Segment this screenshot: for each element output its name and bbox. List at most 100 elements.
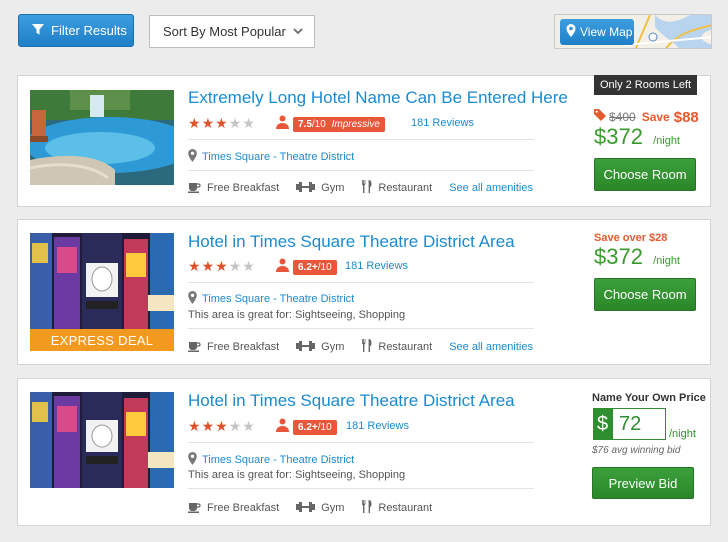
rating-word: Impressive bbox=[331, 119, 380, 130]
star-icon: ★ bbox=[188, 258, 201, 274]
fork-knife-icon bbox=[361, 339, 372, 355]
choose-room-button[interactable]: Choose Room bbox=[594, 158, 696, 191]
star-icon: ★ bbox=[201, 115, 215, 131]
amenity-gym: Gym bbox=[296, 501, 345, 515]
rating-scale: /10 bbox=[311, 119, 326, 130]
reviews-link[interactable]: 181 Reviews bbox=[346, 420, 409, 432]
amenity-label: Free Breakfast bbox=[207, 502, 280, 514]
amenity-restaurant: Restaurant bbox=[361, 180, 432, 196]
star-icon: ★ bbox=[228, 418, 242, 434]
star-icon: ★ bbox=[215, 115, 228, 131]
hotel-card: Hotel in Times Square Theatre District A… bbox=[17, 378, 711, 526]
area-great-for: This area is great for: Sightseeing, Sho… bbox=[188, 309, 406, 321]
location-pin-icon bbox=[188, 452, 197, 468]
hotel-photo-times-square[interactable] bbox=[30, 392, 174, 488]
fork-knife-icon bbox=[361, 180, 372, 196]
dumbbell-icon bbox=[296, 181, 316, 195]
hotel-photo-times-square[interactable]: EXPRESS DEAL bbox=[30, 233, 174, 351]
reviews-link[interactable]: 181 Reviews bbox=[345, 260, 408, 272]
rating-badge: 6.2+/10 bbox=[293, 260, 337, 275]
star-icon: ★ bbox=[215, 258, 228, 274]
star-icon: ★ bbox=[201, 258, 215, 274]
coffee-cup-icon bbox=[188, 181, 201, 196]
sort-dropdown[interactable]: Sort By Most Popular bbox=[149, 15, 315, 48]
amenity-label: Gym bbox=[321, 502, 345, 514]
divider bbox=[188, 282, 534, 283]
coffee-cup-icon bbox=[188, 340, 201, 355]
per-night-label: /night bbox=[653, 255, 680, 267]
rating-scale: /10 bbox=[317, 262, 332, 273]
choose-room-button[interactable]: Choose Room bbox=[594, 278, 696, 311]
hotel-title[interactable]: Hotel in Times Square Theatre District A… bbox=[188, 232, 515, 252]
map-pin-icon bbox=[566, 24, 576, 40]
map-preview[interactable]: View Map bbox=[554, 14, 712, 49]
amenity-label: Free Breakfast bbox=[207, 341, 280, 353]
save-label: Save bbox=[641, 110, 670, 124]
guest-rating: 6.2+/10 bbox=[276, 258, 337, 277]
hotel-title[interactable]: Hotel in Times Square Theatre District A… bbox=[188, 391, 515, 411]
location-pin-icon bbox=[188, 291, 197, 307]
star-icon: ★ bbox=[188, 418, 201, 434]
view-map-button[interactable]: View Map bbox=[560, 19, 634, 45]
divider bbox=[188, 170, 534, 171]
location-link[interactable]: Times Square - Theatre District bbox=[188, 291, 354, 307]
star-rating: ★ ★ ★ ★ ★ bbox=[188, 259, 255, 273]
rating-badge: 6.2+/10 bbox=[293, 420, 337, 435]
dumbbell-icon bbox=[296, 501, 316, 515]
star-icon: ★ bbox=[215, 418, 228, 434]
location-pin-icon bbox=[188, 149, 197, 165]
rooms-left-banner: Only 2 Rooms Left bbox=[594, 75, 697, 95]
amenities-row: Free Breakfast Gym Restaurant bbox=[188, 500, 449, 516]
person-icon bbox=[276, 258, 289, 277]
bid-price-input[interactable]: 72 bbox=[612, 408, 666, 440]
divider bbox=[188, 328, 534, 329]
dumbbell-icon bbox=[296, 340, 316, 354]
view-map-label: View Map bbox=[580, 25, 633, 39]
person-icon bbox=[276, 418, 289, 437]
hotel-card: Extremely Long Hotel Name Can Be Entered… bbox=[17, 75, 711, 207]
nightly-price: $372 /night bbox=[594, 244, 680, 270]
hotel-title[interactable]: Extremely Long Hotel Name Can Be Entered… bbox=[188, 88, 568, 108]
location-label: Times Square - Theatre District bbox=[202, 151, 355, 163]
rating-score: 6.2+ bbox=[298, 262, 318, 273]
nyop-title: Name Your Own Price bbox=[592, 392, 706, 404]
save-over-label: Save over $28 bbox=[594, 232, 668, 244]
save-amount: $88 bbox=[673, 108, 699, 126]
location-label: Times Square - Theatre District bbox=[202, 454, 355, 466]
hotel-photo-pool[interactable] bbox=[30, 90, 174, 185]
amenity-label: Restaurant bbox=[378, 182, 433, 194]
divider bbox=[188, 488, 534, 489]
sort-dropdown-value: Sort By Most Popular bbox=[163, 24, 286, 39]
bid-entry: $ 72 /night bbox=[593, 408, 696, 440]
avg-winning-bid: $76 avg winning bid bbox=[592, 445, 681, 456]
price-value: $372 bbox=[594, 244, 643, 269]
star-icon: ★ bbox=[228, 115, 242, 131]
person-icon bbox=[276, 115, 289, 134]
location-link[interactable]: Times Square - Theatre District bbox=[188, 149, 354, 165]
preview-bid-button[interactable]: Preview Bid bbox=[592, 467, 694, 499]
see-all-amenities-link[interactable]: See all amenities bbox=[449, 182, 533, 194]
filter-icon bbox=[31, 22, 45, 39]
star-rating: ★ ★ ★ ★ ★ bbox=[188, 116, 255, 130]
express-deal-badge: EXPRESS DEAL bbox=[50, 332, 154, 348]
amenity-gym: Gym bbox=[296, 340, 345, 354]
guest-rating: 6.2+/10 bbox=[276, 418, 337, 437]
amenity-restaurant: Restaurant bbox=[361, 500, 432, 516]
coffee-cup-icon bbox=[188, 501, 201, 516]
location-link[interactable]: Times Square - Theatre District bbox=[188, 452, 354, 468]
old-price: $400 bbox=[609, 110, 636, 124]
rating-badge: 7.5/10 Impressive bbox=[293, 117, 385, 132]
amenity-label: Gym bbox=[321, 341, 345, 353]
fork-knife-icon bbox=[361, 500, 372, 516]
amenities-row: Free Breakfast Gym Restaurant See all am… bbox=[188, 339, 533, 355]
amenity-label: Gym bbox=[321, 182, 345, 194]
area-great-for: This area is great for: Sightseeing, Sho… bbox=[188, 469, 406, 481]
divider bbox=[188, 442, 534, 443]
location-label: Times Square - Theatre District bbox=[202, 293, 355, 305]
reviews-link[interactable]: 181 Reviews bbox=[411, 117, 474, 129]
filter-results-button[interactable]: Filter Results bbox=[18, 14, 134, 47]
see-all-amenities-link[interactable]: See all amenities bbox=[449, 341, 533, 353]
guest-rating: 7.5/10 Impressive bbox=[276, 115, 385, 134]
per-night-label: /night bbox=[669, 428, 696, 440]
star-icon: ★ bbox=[242, 418, 255, 434]
